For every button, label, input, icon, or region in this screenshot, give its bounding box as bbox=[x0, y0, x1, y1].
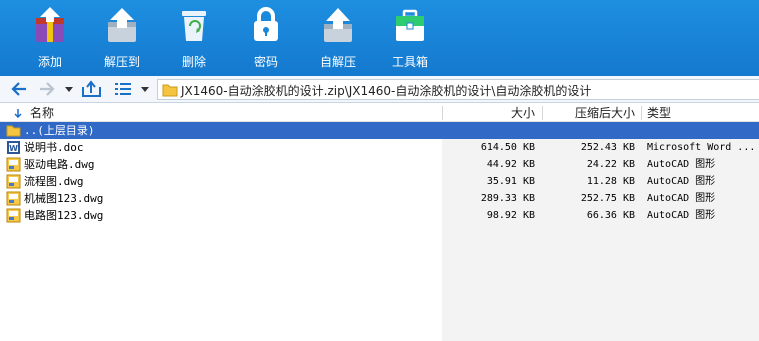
trash-icon bbox=[182, 11, 206, 41]
dwg-file-icon bbox=[6, 174, 21, 189]
sort-arrow-icon bbox=[14, 109, 22, 118]
column-divider[interactable] bbox=[641, 106, 642, 120]
delete-label: 删除 bbox=[181, 55, 206, 69]
file-type: AutoCAD 图形 bbox=[647, 193, 716, 204]
file-list: 名称 大小 压缩后大小 类型 ..(上层目录) W 说明书.doc 614.50… bbox=[0, 104, 759, 341]
add-archive-icon bbox=[36, 7, 64, 42]
dwg-file-icon bbox=[6, 191, 21, 206]
password-label: 密码 bbox=[253, 55, 278, 69]
file-row[interactable]: 驱动电路.dwg 44.92 KB 24.22 KB AutoCAD 图形 bbox=[0, 156, 759, 173]
path-text: JX1460-自动涂胶机的设计.zip\JX1460-自动涂胶机的设计\自动涂胶… bbox=[181, 84, 592, 98]
toolbox-icon bbox=[396, 9, 424, 41]
add-button[interactable]: 添加 bbox=[20, 0, 80, 76]
parent-directory-row[interactable]: ..(上层目录) bbox=[0, 122, 759, 139]
file-size: 98.92 KB bbox=[486, 210, 535, 221]
file-name: 电路图123.dwg bbox=[24, 209, 104, 222]
file-packed-size: 252.75 KB bbox=[580, 193, 635, 204]
dwg-file-icon bbox=[6, 208, 21, 223]
folder-icon bbox=[162, 84, 178, 97]
column-size[interactable]: 大小 bbox=[511, 104, 535, 122]
file-row[interactable]: 机械图123.dwg 289.33 KB 252.75 KB AutoCAD 图… bbox=[0, 190, 759, 207]
file-packed-size: 252.43 KB bbox=[580, 142, 635, 153]
lock-icon bbox=[254, 7, 278, 41]
delete-button[interactable]: 删除 bbox=[164, 0, 224, 76]
toolbox-button[interactable]: 工具箱 bbox=[380, 0, 440, 76]
file-size: 289.33 KB bbox=[480, 193, 535, 204]
view-list-icon[interactable] bbox=[112, 79, 134, 99]
file-type: AutoCAD 图形 bbox=[647, 159, 716, 170]
extract-to-icon bbox=[108, 8, 136, 42]
path-field[interactable]: JX1460-自动涂胶机的设计.zip\JX1460-自动涂胶机的设计\自动涂胶… bbox=[157, 79, 759, 100]
forward-arrow-icon[interactable] bbox=[36, 79, 56, 99]
column-type[interactable]: 类型 bbox=[647, 104, 671, 122]
main-toolbar: 添加 解压到 删除 密码 自解压 工具箱 bbox=[0, 0, 759, 76]
file-row[interactable]: W 说明书.doc 614.50 KB 252.43 KB Microsoft … bbox=[0, 139, 759, 156]
file-size: 614.50 KB bbox=[480, 142, 535, 153]
address-bar: JX1460-自动涂胶机的设计.zip\JX1460-自动涂胶机的设计\自动涂胶… bbox=[0, 76, 759, 103]
up-folder-icon[interactable] bbox=[80, 79, 104, 99]
file-row[interactable]: 电路图123.dwg 98.92 KB 66.36 KB AutoCAD 图形 bbox=[0, 207, 759, 224]
toolbox-label: 工具箱 bbox=[391, 55, 428, 69]
file-name: 流程图.dwg bbox=[24, 175, 84, 188]
file-name: ..(上层目录) bbox=[24, 124, 95, 137]
password-button[interactable]: 密码 bbox=[236, 0, 296, 76]
file-name: 驱动电路.dwg bbox=[24, 158, 95, 171]
back-arrow-icon[interactable] bbox=[10, 79, 30, 99]
self-extract-label: 自解压 bbox=[319, 55, 356, 69]
view-dropdown-icon[interactable] bbox=[138, 79, 152, 99]
extract-to-button[interactable]: 解压到 bbox=[92, 0, 152, 76]
column-divider[interactable] bbox=[542, 106, 543, 120]
add-label: 添加 bbox=[37, 55, 62, 69]
dwg-file-icon bbox=[6, 157, 21, 172]
history-dropdown-icon[interactable] bbox=[62, 79, 76, 99]
file-type: Microsoft Word ... bbox=[647, 142, 756, 153]
file-packed-size: 11.28 KB bbox=[586, 176, 635, 187]
file-packed-size: 66.36 KB bbox=[586, 210, 635, 221]
self-extract-icon bbox=[324, 8, 352, 42]
file-type: AutoCAD 图形 bbox=[647, 210, 716, 221]
column-name[interactable]: 名称 bbox=[30, 104, 54, 122]
word-doc-icon: W bbox=[7, 141, 20, 154]
file-size: 44.92 KB bbox=[486, 159, 535, 170]
column-divider[interactable] bbox=[442, 106, 443, 120]
extract-to-label: 解压到 bbox=[103, 55, 140, 69]
file-packed-size: 24.22 KB bbox=[586, 159, 635, 170]
self-extract-button[interactable]: 自解压 bbox=[308, 0, 368, 76]
file-row[interactable]: 流程图.dwg 35.91 KB 11.28 KB AutoCAD 图形 bbox=[0, 173, 759, 190]
file-type: AutoCAD 图形 bbox=[647, 176, 716, 187]
file-name: 说明书.doc bbox=[24, 141, 84, 154]
list-header: 名称 大小 压缩后大小 类型 bbox=[0, 104, 759, 122]
file-size: 35.91 KB bbox=[486, 176, 535, 187]
file-name: 机械图123.dwg bbox=[24, 192, 104, 205]
folder-up-icon bbox=[6, 125, 21, 137]
svg-text:W: W bbox=[9, 144, 18, 153]
column-packed-size[interactable]: 压缩后大小 bbox=[575, 104, 635, 122]
